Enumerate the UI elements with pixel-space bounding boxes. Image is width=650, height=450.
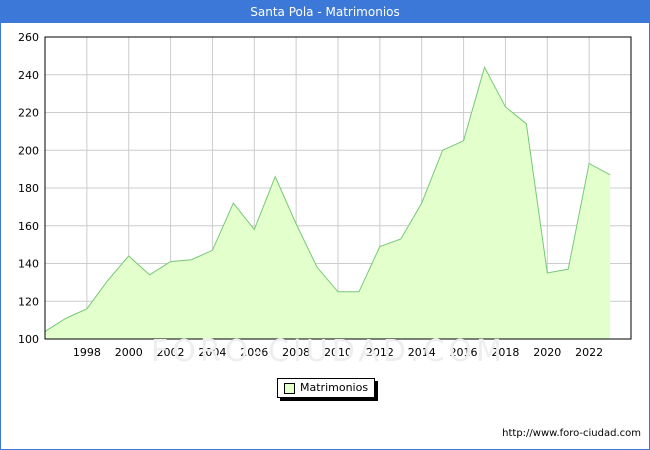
chart-window: Santa Pola - Matrimonios 100 120 140 160 180… (0, 0, 650, 450)
y-tick-label: 220 (18, 107, 39, 120)
legend-swatch (284, 383, 295, 394)
source-link[interactable]: http://www.foro-ciudad.com (502, 428, 641, 439)
y-tick-label: 240 (18, 69, 39, 82)
y-tick-label: 160 (18, 220, 39, 233)
area-series (44, 65, 611, 339)
watermark-text: FORO-CIUDAD.COM (151, 334, 506, 369)
x-tick-label: 2020 (533, 346, 561, 359)
x-tick-label: 1998 (73, 346, 101, 359)
y-tick-label: 140 (18, 258, 39, 271)
y-tick-label: 200 (18, 144, 39, 157)
x-tick-label: 2000 (115, 346, 143, 359)
y-tick-label: 260 (18, 31, 39, 44)
y-tick-label: 100 (18, 333, 39, 346)
area-fill (45, 67, 611, 339)
y-tick-label: 120 (18, 295, 39, 308)
legend-label: Matrimonios (300, 381, 369, 394)
legend: Matrimonios (277, 378, 375, 398)
y-axis-ticks: 100 120 140 160 180 200 220 240 260 (18, 31, 39, 346)
y-tick-label: 180 (18, 182, 39, 195)
x-tick-label: 2022 (575, 346, 603, 359)
